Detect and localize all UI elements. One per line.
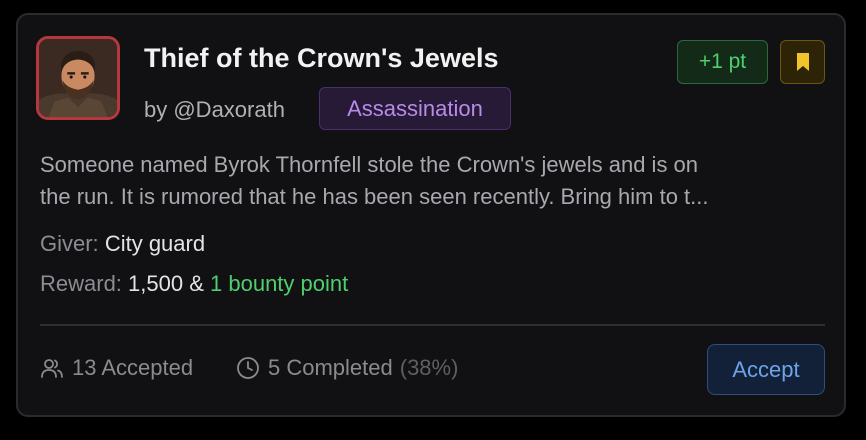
- quest-description: Someone named Byrok Thornfell stole the …: [40, 149, 830, 213]
- description-line: Someone named Byrok Thornfell stole the …: [40, 152, 699, 177]
- completed-count: 5 Completed: [268, 355, 393, 380]
- divider: [40, 324, 825, 326]
- completed-percent: (38%): [399, 355, 459, 380]
- giver-label: Giver:: [40, 231, 99, 256]
- accepted-count: 13 Accepted: [72, 355, 194, 380]
- quest-card: Thief of the Crown's Jewels by @Daxorath…: [16, 13, 846, 417]
- bookmark-icon: [796, 53, 809, 71]
- category-badge: Assassination: [319, 87, 511, 130]
- reward-label: Reward:: [40, 271, 122, 296]
- points-badge: +1 pt: [677, 40, 768, 84]
- quest-title: Thief of the Crown's Jewels: [144, 43, 499, 73]
- reward-value: 1,500 &: [128, 271, 204, 296]
- reward-bonus: 1 bounty point: [210, 271, 349, 296]
- reward-row: Reward: 1,500 & 1 bounty point: [40, 271, 348, 297]
- clock-icon: [236, 356, 260, 380]
- users-icon: [40, 357, 64, 379]
- completed-stat: 5 Completed (38%): [236, 355, 458, 381]
- accept-button[interactable]: Accept: [707, 344, 825, 395]
- quest-author[interactable]: by @Daxorath: [144, 97, 285, 123]
- description-line: the run. It is rumored that he has been …: [40, 184, 709, 209]
- bookmark-button[interactable]: [780, 40, 825, 84]
- giver-row: Giver: City guard: [40, 231, 205, 257]
- character-portrait-icon: [39, 39, 117, 117]
- quest-avatar: [36, 36, 120, 120]
- accepted-stat: 13 Accepted: [40, 355, 193, 381]
- giver-value: City guard: [104, 231, 206, 256]
